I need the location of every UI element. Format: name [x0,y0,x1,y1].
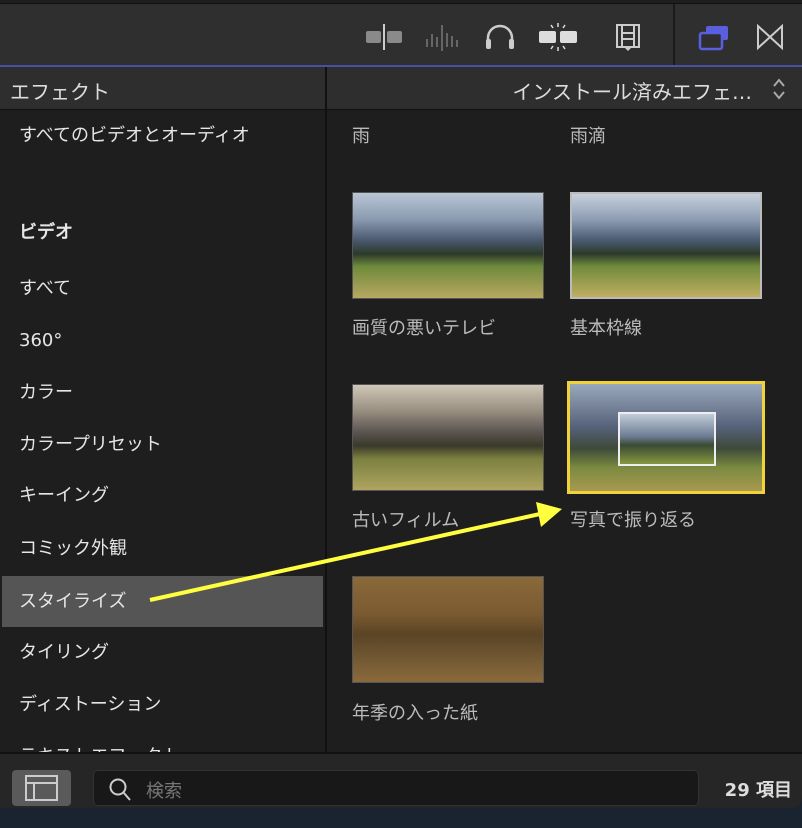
sidebar-header: エフェクト [0,67,325,110]
search-icon [109,778,131,801]
effect-label[interactable]: 雨 [352,122,370,148]
photo-frame [618,412,716,466]
effect-label[interactable]: 写真で振り返る [570,506,696,532]
sidebar-item-all[interactable]: すべて [2,263,323,314]
sidebar-item-all-video-audio[interactable]: すべてのビデオとオーディオ [2,110,323,161]
sidebar-item-color[interactable]: カラー [2,367,323,418]
filmstrip-icon[interactable] [608,22,648,52]
effect-label[interactable]: 古いフィルム [352,506,459,532]
effect-thumbnail-aged-paper[interactable] [352,576,544,683]
sidebar-section-video[interactable]: ビデオ [2,207,323,258]
effect-thumbnail-basic-border[interactable] [570,192,762,299]
browser-overlap-icon[interactable] [696,22,736,52]
effect-label[interactable]: 雨滴 [570,122,606,148]
category-select[interactable]: インストール済みエフェ… [327,67,802,110]
sidebar-layout-icon [25,775,58,801]
sidebar-item-color-presets[interactable]: カラープリセット [2,419,323,470]
item-count: 29 項目 [724,780,792,801]
audio-waveform-icon[interactable] [422,22,462,52]
effect-label[interactable]: 画質の悪いテレビ [352,314,496,340]
sidebar-item-distortion[interactable]: ディストーション [2,679,323,730]
sidebar-item-360[interactable]: 360° [2,315,323,366]
effect-thumbnail-photo-recall[interactable] [567,381,765,494]
toolbar-separator [673,4,675,66]
transitions-icon[interactable] [750,22,790,52]
sidebar-item-tiling[interactable]: タイリング [2,627,323,678]
skimming-icon[interactable] [538,22,578,52]
category-select-label: インストール済みエフェ… [512,80,752,104]
up-down-chevron-icon [773,78,785,100]
effect-label[interactable]: 年季の入った紙 [352,699,478,725]
sidebar-item-text-effects[interactable]: テキストエフェクト [2,731,323,752]
search-placeholder: 検索 [146,781,182,802]
clip-split-icon[interactable] [364,22,404,52]
search-input[interactable]: 検索 [93,770,699,806]
bottom-bar: 検索 29 項目 [0,752,802,808]
effect-label[interactable]: 基本枠線 [570,314,642,340]
sidebar-item-keying[interactable]: キーイング [2,470,323,521]
effect-thumbnail-bad-tv[interactable] [352,192,544,299]
effect-thumbnail-old-film[interactable] [352,384,544,491]
sidebar-item-stylize[interactable]: スタイライズ [2,576,323,627]
category-sidebar: すべてのビデオとオーディオ ビデオ すべて 360° カラー カラープリセット … [0,110,325,752]
effects-browser-window: エフェクト インストール済みエフェ… すべてのビデオとオーディオ ビデオ すべて… [0,0,802,808]
sidebar-toggle-button[interactable] [12,770,71,806]
headphones-icon[interactable] [480,22,520,52]
effects-grid: 雨 雨滴 画質の悪いテレビ 基本枠線 古いフィルム 写真で振り返る 年季の入った… [327,110,802,752]
toolbar [0,3,802,66]
sidebar-item-comic-looks[interactable]: コミック外観 [2,523,323,574]
